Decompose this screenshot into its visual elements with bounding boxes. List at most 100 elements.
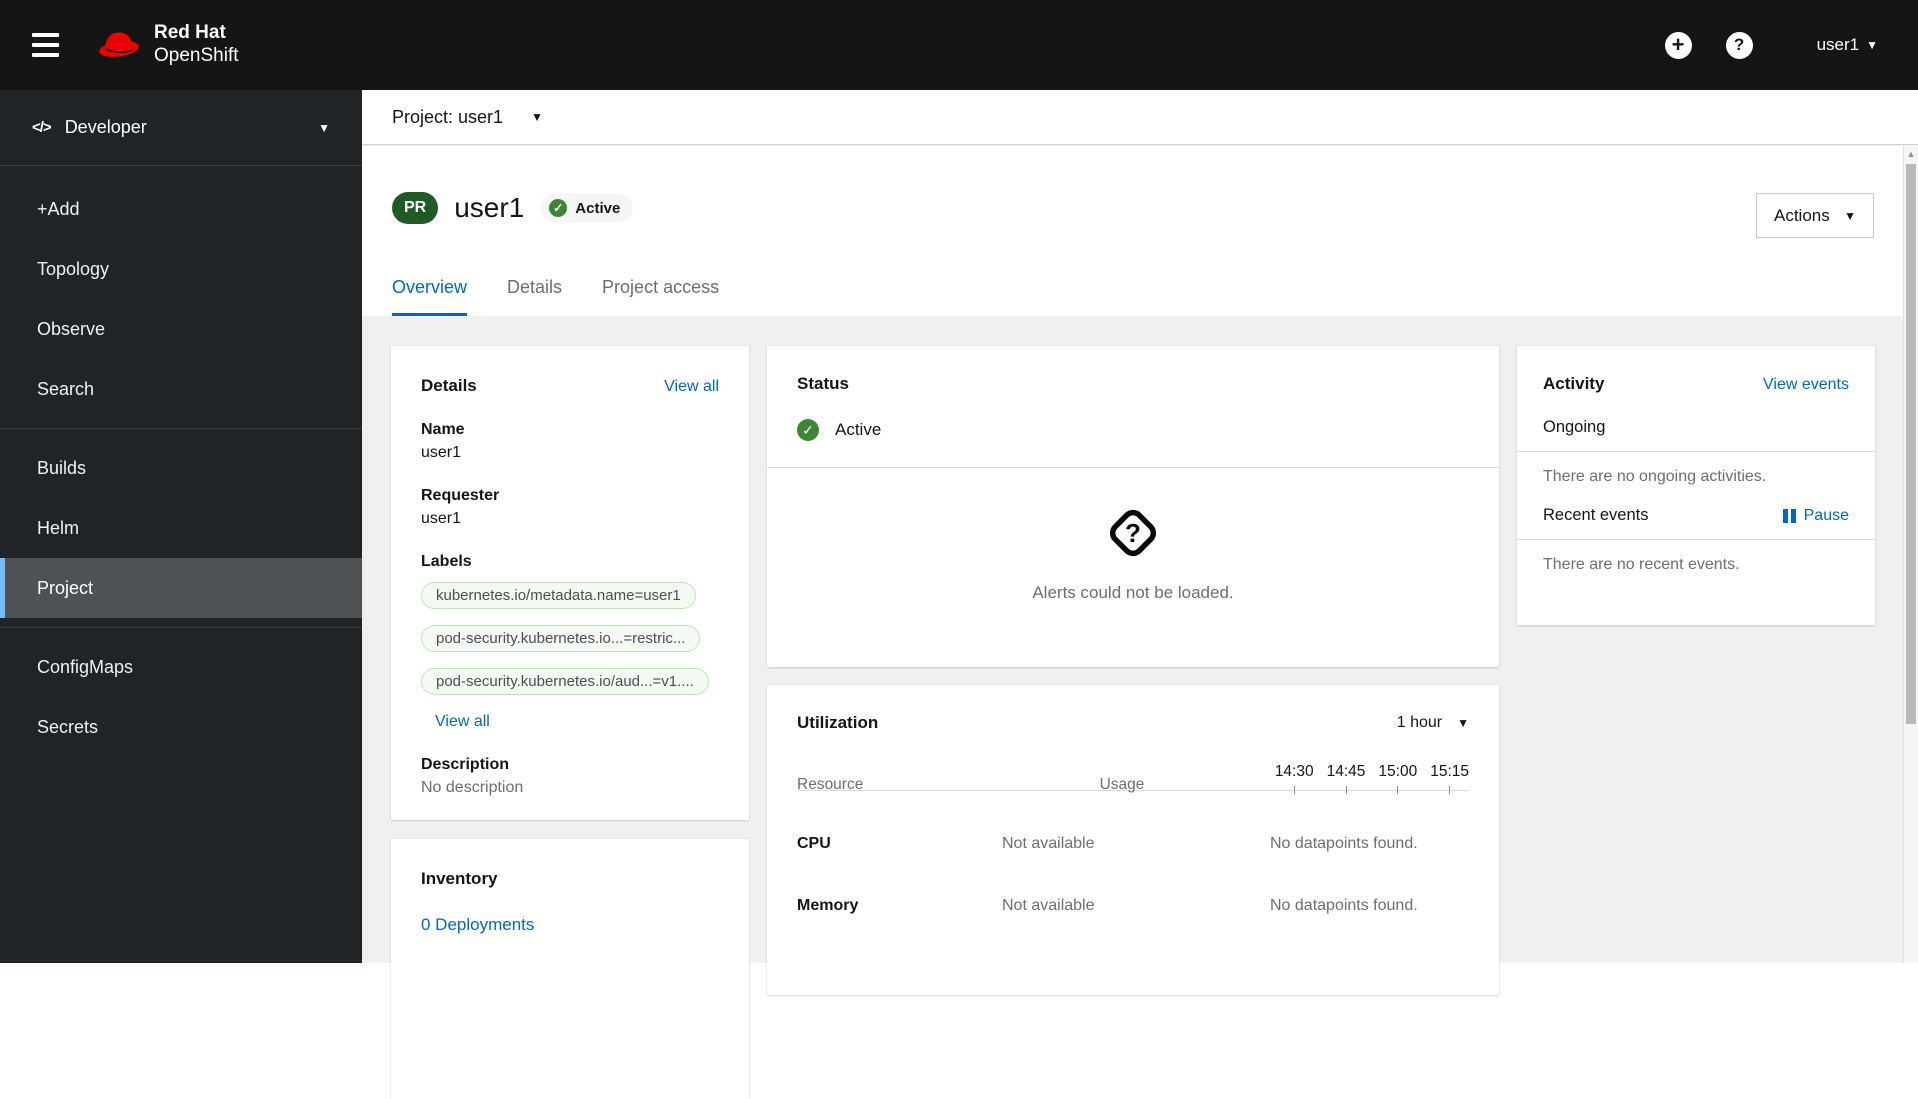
project-selector-label: Project: user1 [392,106,504,127]
time-tick-label: 15:15 [1430,763,1469,780]
time-tick-label: 14:45 [1326,763,1366,780]
sidebar-divider [0,428,362,429]
actions-dropdown-button[interactable]: Actions ▼ [1756,193,1874,238]
status-card-title: Status [797,374,849,393]
inventory-card: Inventory 0 Deployments [391,839,749,1099]
page-header: PR user1 ✓ Active Actions ▼ Overview Det… [362,146,1918,316]
name-value: user1 [421,444,462,461]
utilization-row-cpu: CPU Not available No datapoints found. [797,835,1469,853]
brand-logo: Red Hat OpenShift [97,22,239,68]
label-chip[interactable]: pod-security.kubernetes.io...=restric... [421,625,701,652]
details-view-all-link[interactable]: View all [664,378,719,396]
pause-icon [1782,508,1796,523]
add-plus-circle-icon[interactable]: + [1664,31,1692,59]
sidebar-item-add[interactable]: +Add [0,179,362,239]
main-content: Project: user1 ▼ PR user1 ✓ Active Actio… [362,90,1918,1099]
scrollbar-thumb[interactable] [1906,164,1916,724]
ongoing-label: Ongoing [1543,418,1606,436]
name-label: Name [421,421,465,438]
resource-name: CPU [797,835,831,852]
chevron-down-icon: ▼ [1457,716,1469,730]
username: user1 [1816,35,1860,54]
chevron-down-icon: ▼ [318,120,330,135]
sidebar-item-builds[interactable]: Builds [0,438,362,498]
sidebar-divider [0,627,362,628]
axis-tick [1345,786,1347,794]
time-axis: 14:30 14:45 15:00 15:15 [1242,763,1469,794]
sidebar-item-secrets[interactable]: Secrets [0,697,362,757]
chevron-down-icon: ▼ [1844,208,1856,223]
duration-dropdown[interactable]: 1 hour ▼ [1397,714,1469,732]
sidebar-item-project[interactable]: Project [0,558,362,618]
usage-value: Not available [1002,835,1095,852]
requester-value: user1 [421,510,462,527]
help-question-circle-icon[interactable]: ? [1725,31,1753,59]
sidebar: </> Developer ▼ +Add Topology Observe Se… [0,90,362,963]
status-badge: ✓ Active [540,194,634,222]
usage-value: Not available [1002,897,1095,914]
actions-label: Actions [1774,205,1830,225]
utilization-card-title: Utilization [797,713,879,732]
status-card: Status ✓ Active ? Alerts could not be lo… [767,346,1499,667]
hamburger-menu-icon[interactable] [32,33,59,57]
sidebar-item-configmaps[interactable]: ConfigMaps [0,637,362,697]
activity-card-title: Activity [1543,374,1605,393]
brand-line1: Red Hat [154,22,226,44]
user-menu[interactable]: user1 ▼ [1817,35,1878,55]
label-chip[interactable]: pod-security.kubernetes.io/aud...=v1.... [421,668,709,695]
utilization-card: Utilization 1 hour ▼ Resource Usage 14:3… [767,685,1499,995]
labels-view-all-link[interactable]: View all [435,713,490,731]
datapoints-message: No datapoints found. [1270,897,1418,914]
labels-label: Labels [421,553,472,570]
details-card: Details View all Name user1 Requester us… [391,346,749,820]
axis-tick [1449,786,1451,794]
requester-label: Requester [421,487,500,504]
scroll-up-arrow-icon[interactable]: ▲ [1904,146,1918,162]
time-tick-label: 14:30 [1274,763,1314,780]
page-title: user1 [454,192,525,223]
tab-details[interactable]: Details [507,277,562,316]
tab-project-access[interactable]: Project access [602,277,719,316]
pause-events-button[interactable]: Pause [1782,507,1849,525]
developer-code-icon: </> [32,119,52,136]
deployments-link[interactable]: 0 Deployments [421,915,534,935]
activity-card: Activity View events Ongoing There are n… [1517,346,1875,625]
chevron-down-icon: ▼ [531,110,543,124]
sidebar-item-topology[interactable]: Topology [0,239,362,299]
brand-line2: OpenShift [154,45,239,66]
perspective-label: Developer [64,117,147,137]
project-selector[interactable]: Project: user1 ▼ [362,90,1918,145]
utilization-row-memory: Memory Not available No datapoints found… [797,897,1469,915]
view-events-link[interactable]: View events [1763,376,1849,394]
resource-name: Memory [797,897,859,914]
status-value: Active [835,420,882,439]
time-tick-label: 15:00 [1378,763,1418,780]
red-hat-fedora-icon [99,32,139,57]
label-chip[interactable]: kubernetes.io/metadata.name=user1 [421,582,696,609]
usage-column-header: Usage [1099,776,1145,793]
recent-empty-message: There are no recent events. [1543,556,1740,573]
check-circle-icon: ✓ [797,419,819,441]
axis-tick [1293,786,1295,794]
duration-value: 1 hour [1396,714,1443,731]
description-value: No description [421,779,524,796]
alerts-empty-message: Alerts could not be loaded. [1032,583,1234,602]
axis-tick [1397,786,1399,794]
svg-text:?: ? [1125,518,1141,548]
description-label: Description [421,756,510,773]
details-card-title: Details [421,376,477,395]
masthead: Red Hat OpenShift + ? user1 ▼ [0,0,1918,90]
check-circle-icon: ✓ [549,199,568,217]
status-badge-label: Active [575,199,621,217]
tab-bar: Overview Details Project access [392,277,759,316]
sidebar-item-search[interactable]: Search [0,359,362,419]
sidebar-item-helm[interactable]: Helm [0,498,362,558]
vertical-scrollbar[interactable]: ▲ [1903,146,1918,963]
tab-overview[interactable]: Overview [392,277,468,316]
unknown-icon: ? [1109,509,1157,557]
sidebar-item-observe[interactable]: Observe [0,299,362,359]
project-resource-badge: PR [392,192,439,224]
datapoints-message: No datapoints found. [1270,835,1418,852]
perspective-switcher[interactable]: </> Developer ▼ [0,90,362,166]
ongoing-empty-message: There are no ongoing activities. [1543,468,1767,485]
